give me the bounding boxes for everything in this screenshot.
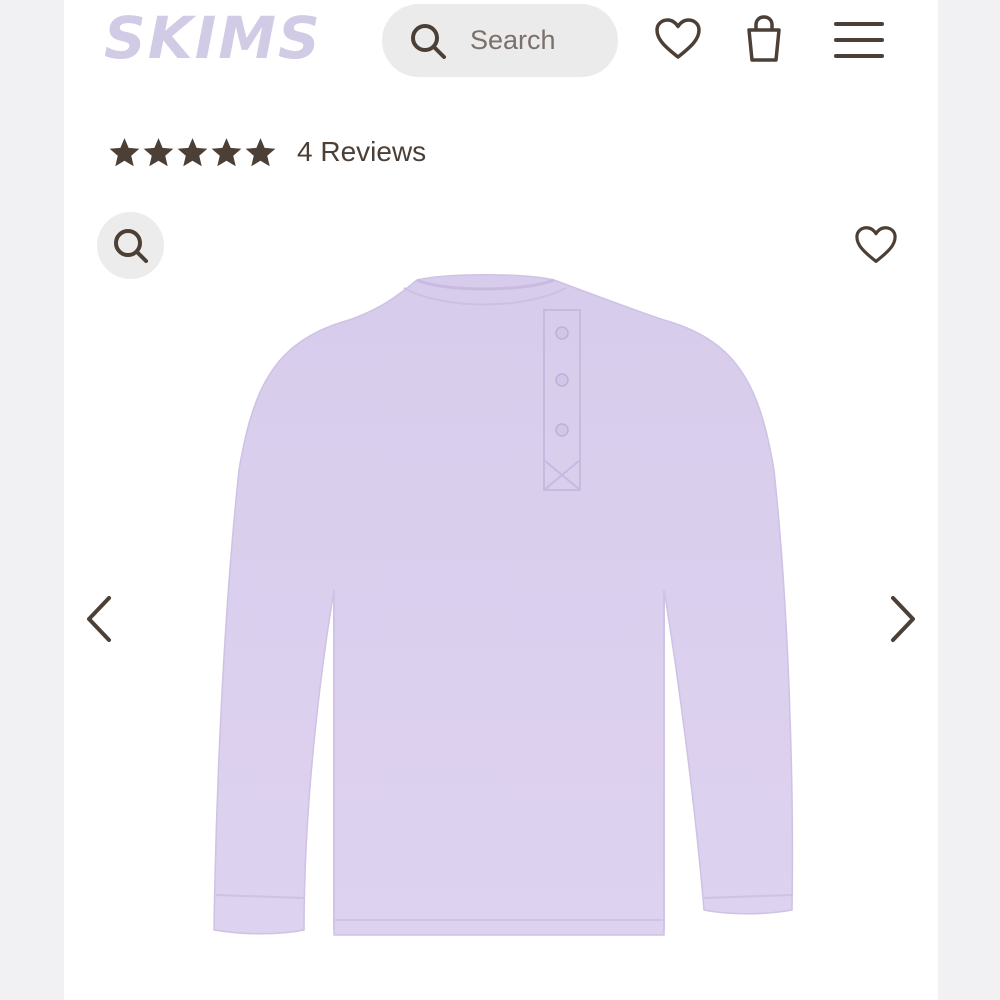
star-icon	[143, 137, 174, 166]
star-icon	[245, 137, 276, 166]
top-navigation: SKIMS Search	[64, 0, 938, 90]
chevron-right-icon[interactable]	[888, 594, 918, 644]
heart-icon[interactable]	[854, 225, 898, 265]
star-icon	[177, 137, 208, 166]
menu-icon[interactable]	[834, 20, 884, 60]
brand-logo[interactable]: SKIMS	[104, 6, 322, 70]
shopping-bag-icon[interactable]	[744, 14, 784, 64]
product-image[interactable]	[204, 270, 804, 960]
search-icon	[113, 228, 148, 263]
search-icon	[411, 23, 446, 59]
search-label: Search	[470, 25, 556, 55]
star-rating	[108, 136, 277, 169]
chevron-left-icon[interactable]	[84, 594, 114, 644]
heart-icon[interactable]	[654, 17, 702, 61]
zoom-button[interactable]	[97, 212, 164, 279]
reviews-count-link[interactable]: 4 Reviews	[297, 136, 426, 168]
star-icon	[211, 137, 242, 166]
product-page: SKIMS Search 4 Reviews	[64, 0, 938, 1000]
search-bar[interactable]: Search	[382, 4, 618, 77]
star-icon	[109, 137, 140, 166]
reviews-summary[interactable]: 4 Reviews	[108, 130, 426, 174]
